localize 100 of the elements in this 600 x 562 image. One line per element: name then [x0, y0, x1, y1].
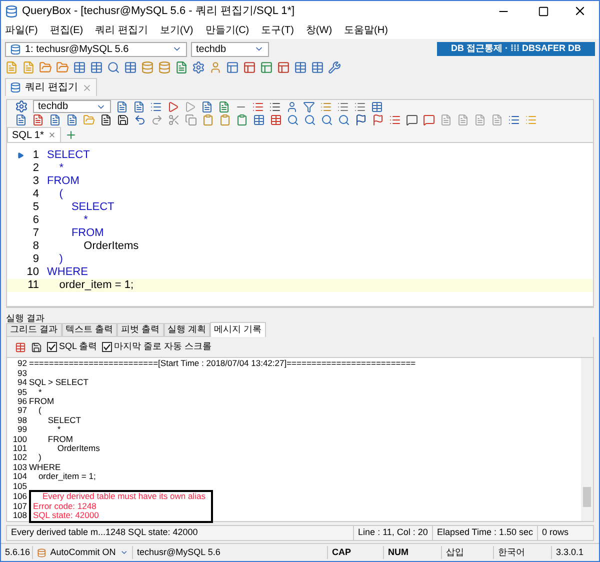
menu-item[interactable]: 편집(E) — [50, 22, 84, 38]
cursor-position: Line : 11, Col : 20 — [353, 526, 432, 540]
line-number: 8 — [32, 239, 39, 254]
log-line: SQL > SELECT — [29, 378, 88, 387]
save-icon[interactable] — [31, 342, 42, 352]
checkbox-label: SQL 출력 — [59, 340, 98, 354]
line-number: 95 — [16, 388, 28, 396]
line-number: 103 — [12, 462, 28, 472]
status-message: Every derived table m...1248 SQL state: 42000 — [10, 526, 199, 540]
code-editor[interactable]: 1 SELECT 2 * 3 FROM 4 ( 5 SELECT 6 * 7 FROM 8 OrderItems 9 ) 10 WHERE 11 order_item = 1; — [7, 143, 593, 307]
line-number: 1 — [32, 148, 39, 163]
code-line: OrderItems — [82, 239, 139, 254]
result-tab[interactable]: 피벗 출력 — [117, 323, 164, 337]
code-line: SELECT — [70, 200, 114, 215]
log-line: * — [38, 388, 42, 396]
menu-item[interactable]: 만들기(C) — [205, 22, 250, 38]
checkbox[interactable] — [47, 342, 57, 352]
scrollbar[interactable] — [581, 358, 593, 521]
code-line: FROM — [70, 226, 104, 241]
line-number: 10 — [26, 265, 39, 280]
autocommit-dropdown[interactable]: AutoCommit ON — [33, 546, 133, 560]
app-icon — [5, 4, 18, 18]
menu-item[interactable]: 보기(V) — [160, 22, 194, 38]
checkbox-label: 마지막 줄로 자동 스크롤 — [114, 340, 212, 354]
code-line: * — [82, 213, 88, 228]
line-number: 6 — [32, 213, 39, 228]
log-line: ==========================[Start Time : 2018/07/04 13:42:27]========================== — [29, 359, 416, 368]
log-line: FROM — [29, 397, 54, 406]
database-select[interactable]: techdb — [33, 100, 111, 114]
line-number: 96 — [16, 397, 28, 406]
maximize-icon[interactable] — [538, 6, 549, 16]
code-line: FROM — [47, 174, 80, 189]
result-tab[interactable]: 실행 계획 — [164, 323, 210, 337]
window-title: QueryBox - [techusr@MySQL 5.6 - 쿼리 편집기/SQL 1*] — [22, 4, 295, 19]
menu-item[interactable]: 파일(F) — [5, 22, 38, 38]
menu-item[interactable]: 도구(T) — [261, 22, 294, 38]
code-line: WHERE — [47, 265, 88, 280]
log-line: FROM — [46, 434, 73, 444]
log-line: ( — [37, 406, 42, 415]
elapsed-time: Elapsed Time : 1.50 sec — [432, 526, 537, 540]
database-icon — [37, 548, 46, 558]
database-icon — [10, 82, 21, 93]
insert-mode: 삽입 — [442, 546, 494, 560]
input-language: 한국어 — [494, 546, 552, 560]
result-tab[interactable]: 텍스트 출력 — [62, 323, 118, 337]
line-number: 107 — [12, 502, 28, 512]
line-number: 105 — [12, 482, 28, 490]
gear-icon[interactable] — [15, 100, 28, 114]
line-number: 108 — [12, 511, 28, 521]
log-line: * — [56, 425, 61, 434]
panel-title: 실행 결과 — [6, 313, 45, 323]
line-number: 99 — [16, 425, 28, 434]
menu-item[interactable]: 창(W) — [306, 22, 332, 38]
toolbar-icon[interactable] — [406, 114, 418, 126]
connection-info: techusr@MySQL 5.6 — [133, 546, 328, 560]
line-number: 97 — [16, 406, 28, 415]
menu-item[interactable]: 쿼리 편집기 — [95, 22, 148, 38]
banner: DB 접근통제 · ⁞⁞⁞ DBSAFER DB — [437, 42, 595, 56]
error-message: Every derived table must have its own alias — [41, 492, 206, 502]
caps-indicator: CAP — [328, 546, 384, 560]
log-line: WHERE — [29, 462, 61, 472]
editor-tab[interactable]: SQL 1* — [7, 127, 61, 142]
database-icon — [10, 44, 21, 54]
toolbar-icon[interactable] — [100, 114, 112, 126]
code-line: * — [58, 161, 64, 176]
menu-item[interactable]: 도움말(H) — [344, 22, 388, 38]
checkbox[interactable] — [102, 342, 112, 352]
toolbar-icon[interactable] — [117, 114, 129, 126]
new-tab-icon[interactable] — [64, 129, 77, 142]
log-line: ) — [37, 453, 42, 462]
line-number: 100 — [12, 434, 28, 444]
line-number: 92 — [16, 359, 28, 368]
line-number: 94 — [16, 378, 28, 387]
connection-select[interactable]: 1: techusr@MySQL 5.6 — [5, 42, 187, 56]
toolbar-icon[interactable] — [134, 114, 146, 126]
line-number: 2 — [32, 161, 39, 176]
toolbar-icon[interactable] — [355, 114, 367, 126]
code-line: ( — [58, 187, 63, 202]
close-icon[interactable] — [573, 4, 587, 18]
result-tab[interactable]: 그리드 결과 — [6, 323, 62, 337]
line-number: 98 — [16, 416, 28, 424]
document-tab[interactable]: 쿼리 편집기 — [5, 78, 97, 96]
code-line: SELECT — [47, 148, 90, 163]
line-number: 9 — [32, 252, 39, 267]
server-version: 5.6.16 — [1, 546, 33, 560]
clear-icon[interactable] — [15, 342, 26, 352]
line-number: 93 — [16, 368, 28, 378]
line-number: 11 — [26, 278, 39, 294]
line-number: 5 — [32, 200, 39, 215]
line-number: 102 — [12, 453, 28, 462]
line-number: 7 — [32, 226, 39, 241]
code-line: order_item = 1; — [58, 278, 134, 294]
code-line: ) — [58, 252, 63, 267]
app-version: 3.3.0.1 — [555, 546, 585, 559]
error-message: SQL state: 42000 — [33, 511, 100, 521]
current-line-icon — [17, 152, 24, 160]
line-number: 101 — [12, 444, 28, 452]
result-tab[interactable]: 메시지 기록 — [210, 322, 266, 337]
database-select[interactable]: techdb — [191, 42, 269, 56]
log-line: order_item = 1; — [37, 472, 96, 481]
